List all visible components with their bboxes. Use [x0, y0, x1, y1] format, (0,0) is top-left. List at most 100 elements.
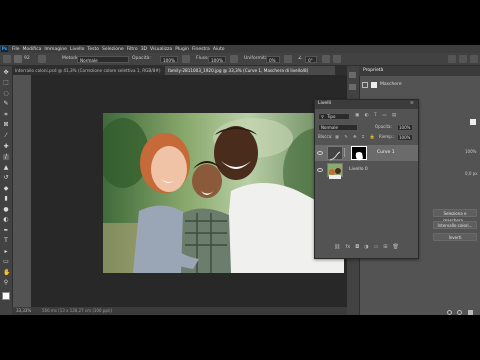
brush-tool-active-icon[interactable]: / [3, 154, 9, 160]
group-icon[interactable]: ▭ [374, 244, 379, 250]
mode-dropdown[interactable]: Normale [77, 55, 129, 63]
clone-stamp-tool-icon[interactable]: ▲ [3, 165, 9, 171]
menu-item-aiuto[interactable]: Aiuto [213, 47, 225, 52]
document-tabs: Interrailo coloni.psd @ 41,3% (Correzion… [12, 66, 347, 75]
menu-item-testo[interactable]: Testo [87, 47, 99, 52]
pen-tool-icon[interactable]: ✒ [3, 228, 9, 234]
visibility-icon[interactable] [447, 310, 452, 315]
pressure-size-icon[interactable] [322, 55, 330, 63]
foreground-color-swatch[interactable] [2, 292, 10, 300]
trash-icon[interactable] [468, 310, 473, 315]
mask-density-swatch [470, 119, 476, 125]
layer-row-background[interactable]: Livello 0 [315, 162, 418, 179]
brush-tool-icon[interactable] [14, 55, 22, 63]
pressure-opacity-icon[interactable] [182, 55, 190, 63]
blur-tool-icon[interactable]: ● [3, 207, 9, 213]
symmetry-icon[interactable] [333, 55, 341, 63]
vector-mask-icon[interactable] [371, 82, 377, 88]
tab-document-1[interactable]: Interrailo coloni.psd @ 41,3% (Correzion… [12, 66, 164, 75]
angle-field[interactable]: 0° [305, 55, 317, 63]
opacity-field[interactable]: 100% [160, 55, 178, 63]
opacity-label: Opacità: [375, 124, 392, 129]
link-icon[interactable] [344, 148, 350, 157]
crop-tool-icon[interactable]: ⌗ [3, 112, 9, 118]
new-layer-icon[interactable]: ⊞ [383, 244, 387, 250]
angle-icon[interactable]: ∠ [298, 56, 302, 61]
layer-mask-thumbnail[interactable] [351, 146, 367, 161]
menu-item-filtro[interactable]: Filtro [127, 47, 138, 52]
density-value[interactable]: 100% [465, 150, 476, 154]
filter-icons[interactable]: ▣ ◐ T ▭ ▤ [355, 113, 398, 119]
hand-tool-icon[interactable]: ✋ [3, 270, 10, 276]
select-and-mask-button[interactable]: Seleziona e maschera... [433, 209, 477, 223]
zoom-tool-icon[interactable]: ⚲ [3, 280, 9, 286]
eye-icon[interactable] [317, 168, 323, 172]
shape-tool-icon[interactable]: ▭ [3, 259, 9, 265]
move-tool-icon[interactable]: ✥ [3, 70, 9, 76]
frame-tool-icon[interactable]: ⊠ [3, 122, 9, 128]
family-photo [103, 113, 344, 273]
properties-title[interactable]: Proprietà [363, 68, 383, 74]
zoom-level[interactable]: 33,33% [16, 309, 31, 313]
fill-field[interactable]: 100% [397, 134, 413, 141]
layer-filter-dropdown[interactable]: ⚲ Tipo [318, 113, 350, 120]
layers-title[interactable]: Livelli [318, 101, 331, 107]
marquee-tool-icon[interactable]: ⬚ [3, 80, 9, 86]
path-select-tool-icon[interactable]: ▸ [3, 249, 9, 255]
smoothing-field[interactable]: 0% [266, 55, 280, 63]
menu-item-finestra[interactable]: Finestra [192, 47, 210, 52]
home-icon[interactable] [3, 55, 11, 63]
eye-icon[interactable] [317, 151, 323, 155]
adjustments-panel-icon[interactable] [349, 84, 356, 90]
lock-label: Blocca: [318, 134, 333, 139]
brush-settings-icon[interactable] [38, 55, 46, 63]
fx-icon[interactable]: fx [345, 244, 350, 250]
eraser-tool-icon[interactable]: ◆ [3, 186, 9, 192]
reset-icon[interactable] [457, 310, 462, 315]
invert-button[interactable]: Inverti [433, 233, 477, 241]
history-brush-tool-icon[interactable]: ↺ [3, 175, 9, 181]
workspace-icon[interactable] [459, 55, 467, 63]
layer-opacity-field[interactable]: 100% [397, 124, 413, 131]
feather-value[interactable]: 0,0 px [465, 172, 478, 176]
brush-size-value[interactable]: 92 [24, 56, 30, 61]
menu-item-plugin[interactable]: Plugin [175, 47, 189, 52]
lasso-tool-icon[interactable]: ◌ [3, 91, 9, 97]
pixel-mask-icon[interactable] [362, 82, 368, 88]
history-panel-icon[interactable] [349, 72, 356, 78]
photoshop-window: Ps File Modifica Immagine Livello Testo Selez… [0, 45, 480, 315]
layer-row-curves[interactable]: Curve 1 [315, 145, 418, 161]
layer-name[interactable]: Curve 1 [377, 150, 395, 156]
menu-item-livello[interactable]: Livello [70, 47, 84, 52]
gradient-tool-icon[interactable]: ▮ [3, 196, 9, 202]
smoothing-settings-icon[interactable] [284, 55, 292, 63]
dodge-tool-icon[interactable]: ◐ [3, 217, 9, 223]
color-range-button[interactable]: Intervallo colori... [433, 221, 477, 229]
menu-item-selezione[interactable]: Selezione [102, 47, 124, 52]
quick-select-tool-icon[interactable]: ✎ [3, 101, 9, 107]
share-icon[interactable] [470, 55, 478, 63]
search-icon[interactable] [448, 55, 456, 63]
eyedropper-tool-icon[interactable]: ⁄ [3, 133, 9, 139]
curves-adjustment-icon [327, 146, 343, 161]
healing-tool-icon[interactable]: ✚ [3, 144, 9, 150]
panel-menu-icon[interactable]: ≡ [410, 101, 414, 107]
type-tool-icon[interactable]: T [3, 238, 9, 244]
blend-mode-dropdown[interactable]: Normale [318, 124, 358, 131]
link-layers-icon[interactable]: ⛓ [334, 244, 340, 250]
flow-field[interactable]: 100% [208, 55, 226, 63]
layer-name[interactable]: Livello 0 [349, 167, 368, 173]
lock-icons[interactable]: ▦ ✎ ✥ ⌗ 🔒 [335, 134, 377, 139]
menu-item-modifica[interactable]: Modifica [23, 47, 42, 52]
tab-document-2[interactable]: family-2811003_1920.jpg @ 33,3% (Curve 1… [165, 66, 335, 75]
menu-item-visualizza[interactable]: Visualizza [150, 47, 172, 52]
properties-subtitle: Maschere [380, 82, 402, 87]
layer-thumbnail [327, 163, 343, 179]
menu-item-file[interactable]: File [12, 47, 20, 52]
airbrush-icon[interactable] [230, 55, 238, 63]
menu-item-immagine[interactable]: Immagine [44, 47, 67, 52]
menu-item-3d[interactable]: 3D [141, 47, 147, 52]
add-mask-icon[interactable]: ◘ [355, 244, 359, 250]
delete-layer-icon[interactable]: 🗑 [393, 244, 399, 250]
adjustment-layer-icon[interactable]: ◑ [364, 244, 368, 250]
